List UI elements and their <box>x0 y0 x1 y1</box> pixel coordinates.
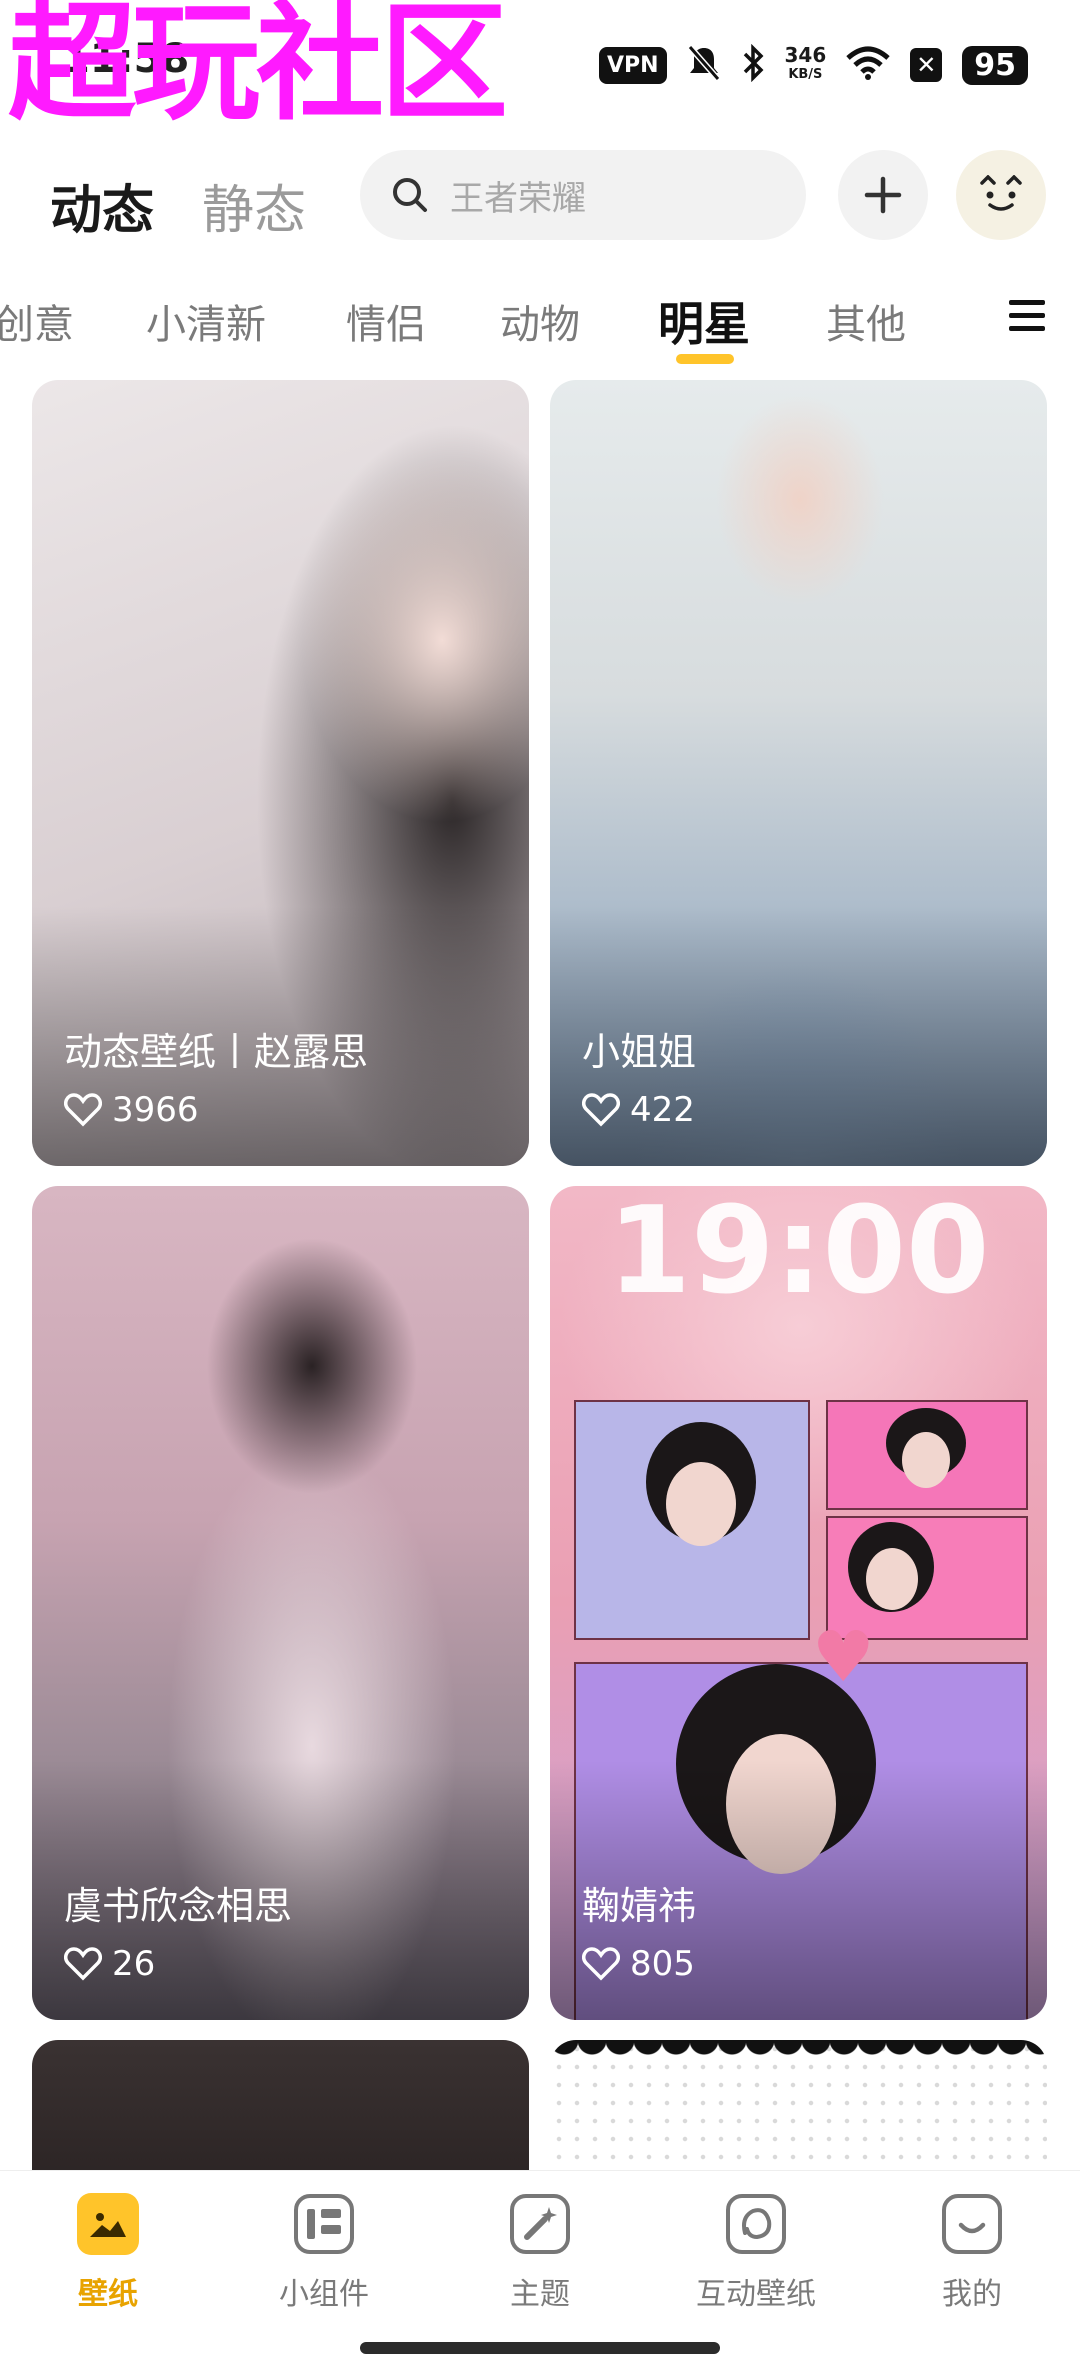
interactive-wallpaper-icon <box>725 2193 787 2255</box>
nav-interactive-wallpaper[interactable]: 互动壁纸 <box>676 2193 836 2313</box>
card-likes: 3966 <box>64 1090 199 1130</box>
wallpaper-icon <box>77 2193 139 2255</box>
bluetooth-icon <box>741 43 765 86</box>
tab-static[interactable]: 静态 <box>202 168 306 243</box>
card-likes: 422 <box>582 1090 695 1130</box>
watermark-overlay: 超玩社区 <box>8 0 508 138</box>
search-bar[interactable]: 王者荣耀 <box>360 150 806 240</box>
heart-sticker: ♥ <box>812 1616 875 1698</box>
search-icon <box>393 178 427 212</box>
battery-indicator: 95 <box>962 45 1028 85</box>
card-title: 动态壁纸丨赵露思 <box>64 1030 369 1074</box>
nav-wallpaper[interactable]: 壁纸 <box>28 2193 188 2313</box>
category-tab[interactable]: 小清新 <box>146 292 266 350</box>
wallpaper-clock-text: 19:00 <box>607 1186 990 1321</box>
category-tab[interactable]: 创意 <box>0 292 74 350</box>
heart-icon <box>64 1947 102 1981</box>
menu-icon[interactable] <box>1008 298 1046 338</box>
card-title: 鞠婧祎 <box>582 1884 697 1928</box>
wallpaper-card[interactable]: 动态壁纸丨赵露思 3966 <box>32 380 529 1166</box>
header: 动态 静态 王者荣耀 <box>0 140 1080 250</box>
add-button[interactable] <box>838 150 928 240</box>
sim-off-icon: ✕ <box>910 48 943 82</box>
category-tab[interactable]: 动物 <box>500 292 580 350</box>
card-title: 虞书欣念相思 <box>64 1884 293 1928</box>
heart-icon <box>64 1093 102 1127</box>
mute-icon <box>687 44 721 86</box>
collage-photo <box>574 1400 810 1640</box>
card-title: 小姐姐 <box>582 1030 697 1074</box>
category-tab-active[interactable]: 明星 <box>658 288 750 354</box>
vpn-badge: VPN <box>598 46 667 84</box>
active-tab-underline <box>676 354 734 364</box>
theme-icon <box>509 2193 571 2255</box>
status-bar: 11:58 超玩社区 VPN 346 KB/S ✕ 95 <box>0 0 1080 134</box>
nav-theme[interactable]: 主题 <box>460 2193 620 2313</box>
tab-dynamic[interactable]: 动态 <box>50 168 154 243</box>
heart-icon <box>582 1093 620 1127</box>
category-tabs: 创意 小清新 情侣 动物 明星 其他 <box>0 280 1080 370</box>
widgets-icon <box>293 2193 355 2255</box>
wallpaper-card[interactable]: 19:00 ♥ 鞠婧祎 805 <box>550 1186 1047 2020</box>
smiley-icon <box>980 175 1022 211</box>
avatar[interactable] <box>956 150 1046 240</box>
collage-photo <box>826 1400 1028 1510</box>
nav-profile[interactable]: 我的 <box>892 2193 1052 2313</box>
search-placeholder: 王者荣耀 <box>450 178 586 219</box>
network-speed: 346 KB/S <box>784 43 827 82</box>
category-tab[interactable]: 其他 <box>826 292 906 350</box>
status-icons: VPN 346 KB/S ✕ 95 <box>598 40 1028 90</box>
category-tab[interactable]: 情侣 <box>346 292 426 350</box>
wallpaper-card[interactable] <box>32 2040 529 2170</box>
card-likes: 805 <box>582 1944 695 1984</box>
wifi-icon <box>846 46 890 84</box>
plus-icon <box>864 176 902 214</box>
card-likes: 26 <box>64 1944 155 1984</box>
heart-icon <box>582 1947 620 1981</box>
nav-widgets[interactable]: 小组件 <box>244 2193 404 2313</box>
wallpaper-card[interactable]: 虞书欣念相思 26 <box>32 1186 529 2020</box>
wallpaper-card[interactable]: 小姐姐 422 <box>550 380 1047 1166</box>
profile-icon <box>941 2193 1003 2255</box>
wallpaper-card[interactable] <box>550 2040 1047 2170</box>
wallpaper-grid: 动态壁纸丨赵露思 3966 小姐姐 422 虞书欣念相思 26 19:00 ♥ … <box>0 380 1080 2170</box>
home-indicator[interactable] <box>360 2342 720 2354</box>
